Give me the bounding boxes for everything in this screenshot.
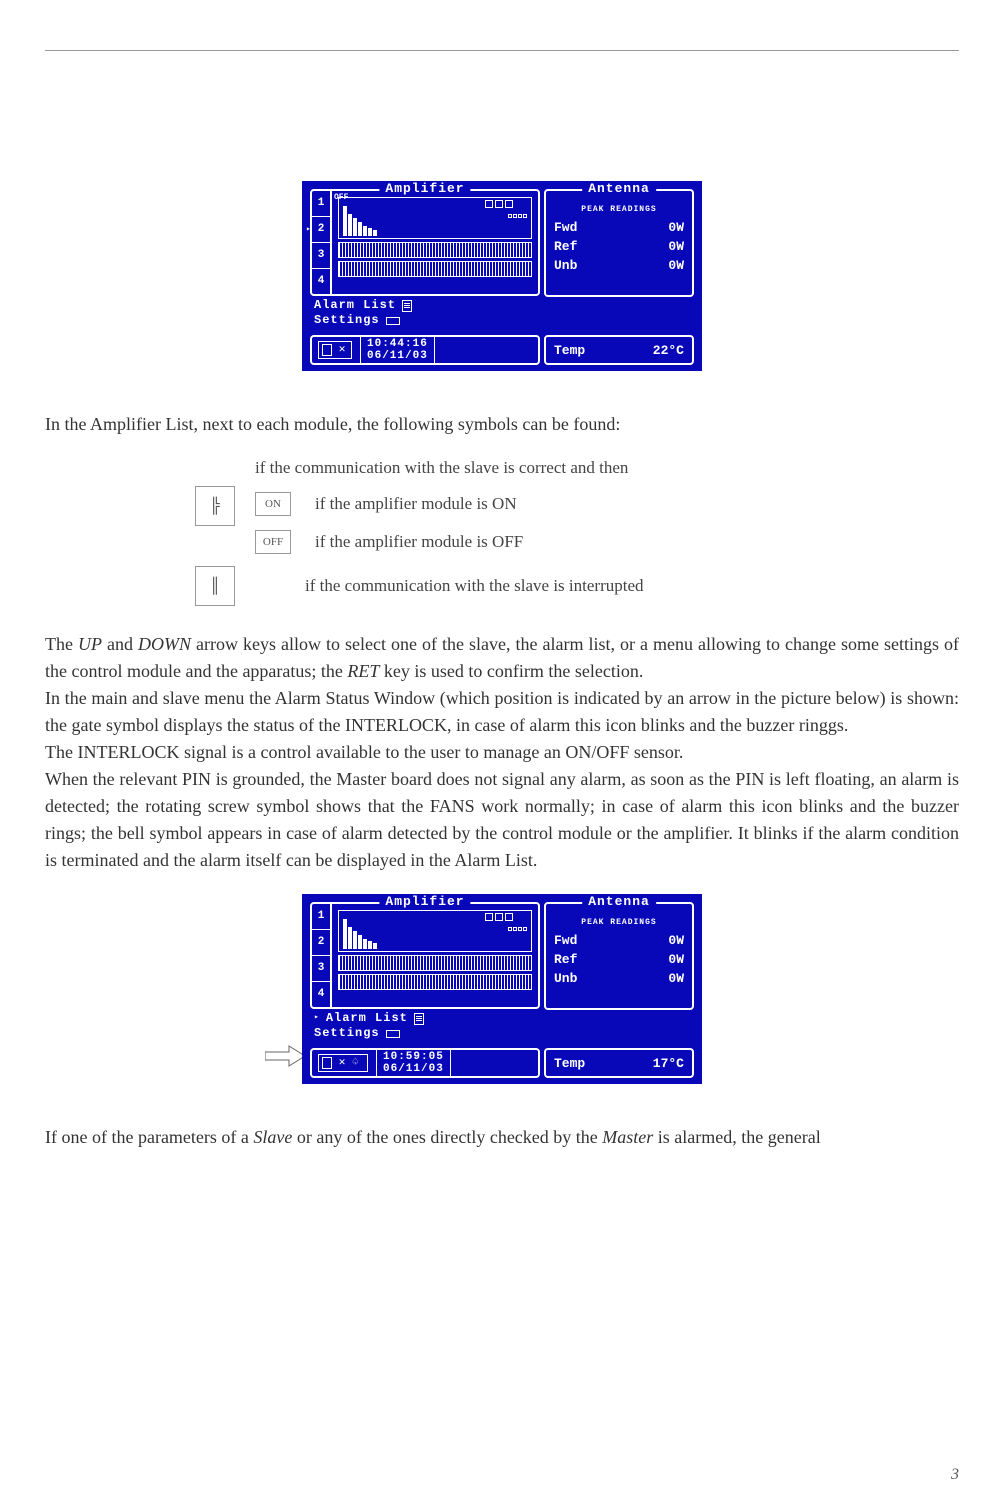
status-box: ✕ 10:44:16 06/11/03 (310, 335, 540, 365)
comm-ok-icon: ╠ (195, 486, 235, 526)
lcd-screen: Amplifier 1OFF ▸2 3 4 (302, 181, 702, 371)
menu-settings: Settings (314, 1026, 536, 1042)
slot-2: 2 (312, 930, 330, 956)
slot-1: 1OFF (312, 191, 330, 217)
legend-comm-bad: if the communication with the slave is i… (305, 576, 644, 596)
menu-alarm-list: ▸Alarm List (314, 1011, 536, 1027)
menu-settings: Settings (314, 313, 536, 329)
slot-3: 3 (312, 956, 330, 982)
reading-unb: Unb0W (554, 256, 684, 275)
antenna-panel: Antenna PEAK READINGS Fwd0W Ref0W Unb0W (544, 902, 694, 1010)
hatch-bar (338, 955, 532, 971)
datetime: 10:59:05 06/11/03 (376, 1049, 451, 1077)
slot-4: 4 (312, 269, 330, 294)
antenna-title: Antenna (582, 181, 656, 196)
menu-alarm-list: Alarm List (314, 298, 536, 314)
legend-off: if the amplifier module is OFF (315, 532, 523, 552)
lcd-figure-2: Amplifier 1 2 3 4 (45, 894, 959, 1084)
page-top-rule (45, 50, 959, 51)
plug-icon (386, 1030, 400, 1038)
fan-icon: ✕ (336, 344, 348, 356)
bar-graph (338, 197, 532, 239)
antenna-title: Antenna (582, 894, 656, 909)
lcd-figure-1: Amplifier 1OFF ▸2 3 4 (45, 181, 959, 371)
reading-unb: Unb0W (554, 969, 684, 988)
lcd-screen: Amplifier 1 2 3 4 (302, 894, 702, 1084)
reading-fwd: Fwd0W (554, 931, 684, 950)
slot-3: 3 (312, 243, 330, 269)
temp-box: Temp 17°C (544, 1048, 694, 1078)
plug-icon (386, 317, 400, 325)
paragraph-final: If one of the parameters of a Slave or a… (45, 1124, 959, 1151)
reading-ref: Ref0W (554, 950, 684, 969)
hatch-bar (338, 974, 532, 990)
comm-bad-icon: ║ (195, 566, 235, 606)
temp-box: Temp 22°C (544, 335, 694, 365)
bar-graph (338, 910, 532, 952)
reading-fwd: Fwd0W (554, 218, 684, 237)
hatch-bar (338, 242, 532, 258)
symbol-legend: ╠ if the communication with the slave is… (195, 458, 959, 606)
slot-2: ▸2 (312, 217, 330, 243)
status-box: ✕ ♤ 10:59:05 06/11/03 (310, 1048, 540, 1078)
gate-icon (322, 344, 332, 356)
paragraph-intro: In the Amplifier List, next to each modu… (45, 411, 959, 438)
amplifier-panel: Amplifier 1 2 3 4 (310, 902, 540, 1009)
datetime: 10:44:16 06/11/03 (360, 336, 435, 364)
legend-on: if the amplifier module is ON (315, 494, 517, 514)
hatch-bar (338, 261, 532, 277)
arrow-right-icon (265, 1044, 305, 1068)
bell-icon: ♤ (352, 1057, 364, 1069)
page-number: 3 (951, 1466, 959, 1484)
amplifier-title: Amplifier (379, 181, 470, 196)
off-label-box: OFF (255, 530, 291, 554)
amplifier-title: Amplifier (379, 894, 470, 909)
legend-comm-ok: if the communication with the slave is c… (255, 458, 628, 478)
antenna-subtitle: PEAK READINGS (554, 205, 684, 214)
gate-icon (322, 1057, 332, 1069)
fan-icon: ✕ (336, 1057, 348, 1069)
document-icon (402, 300, 412, 312)
antenna-subtitle: PEAK READINGS (554, 918, 684, 927)
slot-1: 1 (312, 904, 330, 930)
on-label-box: ON (255, 492, 291, 516)
amplifier-panel: Amplifier 1OFF ▸2 3 4 (310, 189, 540, 296)
slot-4: 4 (312, 982, 330, 1007)
reading-ref: Ref0W (554, 237, 684, 256)
paragraph-keys: The UP and DOWN arrow keys allow to sele… (45, 631, 959, 874)
antenna-panel: Antenna PEAK READINGS Fwd0W Ref0W Unb0W (544, 189, 694, 297)
document-icon (414, 1013, 424, 1025)
